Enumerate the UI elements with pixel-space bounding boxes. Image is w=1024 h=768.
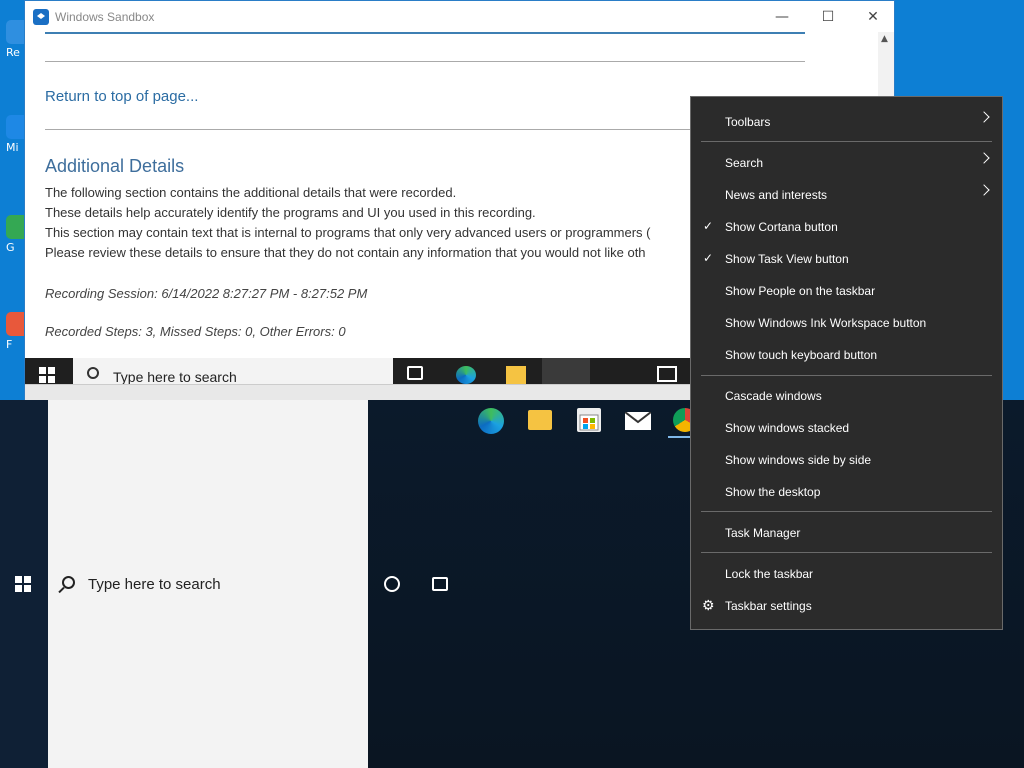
steps-recorder-taskbar-button[interactable] (542, 358, 590, 384)
menu-item-news-and-interests[interactable]: News and interests (691, 178, 1002, 210)
task-view-icon[interactable] (407, 366, 423, 380)
recorded-steps: Recorded Steps: 3, Missed Steps: 0, Othe… (45, 324, 346, 339)
menu-item-label: Cascade windows (725, 389, 822, 403)
menu-item-label: Show windows side by side (725, 453, 872, 467)
menu-item-windows-stacked[interactable]: Show windows stacked (691, 411, 1002, 443)
menu-item-label: Task Manager (725, 526, 801, 540)
detail-line: This section may contain text that is in… (45, 225, 651, 240)
menu-item-label: News and interests (725, 188, 828, 202)
menu-item-cascade-windows[interactable]: Cascade windows (691, 379, 1002, 411)
start-button[interactable] (15, 576, 31, 592)
edge-icon[interactable] (478, 408, 504, 434)
menu-item-label: Search (725, 156, 764, 170)
close-icon: ✕ (867, 8, 879, 25)
desktop-icon-label: F (6, 338, 13, 351)
file-explorer-icon[interactable] (506, 366, 526, 384)
maximize-icon: ☐ (821, 8, 835, 25)
menu-item-label: Taskbar settings (725, 599, 812, 613)
menu-item-label: Show Cortana button (725, 220, 838, 234)
file-explorer-icon[interactable] (528, 410, 552, 430)
minimize-icon: — (775, 8, 789, 25)
menu-item-label: Show the desktop (725, 485, 821, 499)
menu-separator (701, 552, 992, 553)
edge-icon[interactable] (456, 366, 476, 384)
desktop-icon-label: Mi (6, 141, 19, 154)
menu-item-show-ink-workspace[interactable]: Show Windows Ink Workspace button (691, 306, 1002, 338)
detail-line: Please review these details to ensure th… (45, 245, 646, 260)
task-view-icon[interactable] (432, 577, 448, 591)
gear-icon: ⚙ (702, 597, 715, 613)
return-to-top-link[interactable]: Return to top of page... (45, 88, 198, 105)
menu-item-label: Show Task View button (725, 252, 849, 266)
desktop-icon-label: Re (6, 46, 20, 59)
taskbar-context-menu: Toolbars Search News and interests ✓ Sho… (690, 96, 1003, 630)
title-bar[interactable]: Windows Sandbox — ☐ ✕ (25, 1, 894, 32)
menu-separator (701, 511, 992, 512)
search-icon (62, 576, 75, 589)
minimize-button[interactable]: — (759, 1, 805, 32)
divider (45, 61, 805, 62)
sandbox-search-placeholder: Type here to search (113, 369, 237, 384)
menu-item-windows-side-by-side[interactable]: Show windows side by side (691, 443, 1002, 475)
menu-item-label: Show touch keyboard button (725, 348, 878, 362)
menu-item-label: Lock the taskbar (725, 567, 814, 581)
sandbox-logo-icon (33, 8, 49, 25)
taskbar-search-box[interactable]: Type here to search (48, 400, 368, 768)
desktop-icon-label: G (6, 241, 15, 254)
menu-item-search[interactable]: Search (691, 146, 1002, 178)
menu-item-label: Toolbars (725, 115, 771, 129)
detail-line: These details help accurately identify t… (45, 205, 536, 220)
scroll-up-icon[interactable]: ▲ (881, 34, 888, 44)
window-title: Windows Sandbox (55, 9, 155, 24)
menu-item-toolbars[interactable]: Toolbars (691, 105, 1002, 137)
menu-item-taskbar-settings[interactable]: ⚙ Taskbar settings (691, 589, 1002, 621)
menu-item-show-desktop[interactable]: Show the desktop (691, 475, 1002, 507)
store-icon[interactable] (577, 408, 601, 432)
menu-item-label: Show windows stacked (725, 421, 850, 435)
menu-separator (701, 375, 992, 376)
menu-item-show-people[interactable]: Show People on the taskbar (691, 274, 1002, 306)
menu-separator (701, 141, 992, 142)
checkmark-icon: ✓ (703, 219, 714, 233)
news-icon[interactable] (657, 366, 677, 382)
search-icon (87, 367, 99, 379)
menu-item-show-touch-keyboard[interactable]: Show touch keyboard button (691, 338, 1002, 370)
sandbox-search-box[interactable]: Type here to search (73, 358, 393, 384)
recording-session: Recording Session: 6/14/2022 8:27:27 PM … (45, 286, 368, 301)
divider (45, 32, 805, 34)
chevron-right-icon (978, 152, 990, 164)
section-heading: Additional Details (45, 156, 185, 176)
checkmark-icon: ✓ (703, 251, 714, 265)
menu-item-label: Show People on the taskbar (725, 284, 876, 298)
sandbox-start-button[interactable] (39, 367, 55, 383)
close-button[interactable]: ✕ (850, 1, 896, 32)
detail-line: The following section contains the addit… (45, 185, 457, 200)
cortana-icon[interactable] (384, 576, 400, 592)
menu-item-lock-taskbar[interactable]: Lock the taskbar (691, 557, 1002, 589)
menu-item-show-cortana-button[interactable]: ✓ Show Cortana button (691, 210, 1002, 242)
menu-item-label: Show Windows Ink Workspace button (725, 316, 927, 330)
maximize-button[interactable]: ☐ (805, 1, 851, 32)
menu-item-task-manager[interactable]: Task Manager (691, 516, 1002, 548)
mail-icon[interactable] (624, 411, 652, 430)
search-placeholder: Type here to search (88, 576, 221, 593)
chevron-right-icon (978, 184, 990, 196)
menu-item-show-task-view-button[interactable]: ✓ Show Task View button (691, 242, 1002, 274)
chevron-right-icon (978, 111, 990, 123)
